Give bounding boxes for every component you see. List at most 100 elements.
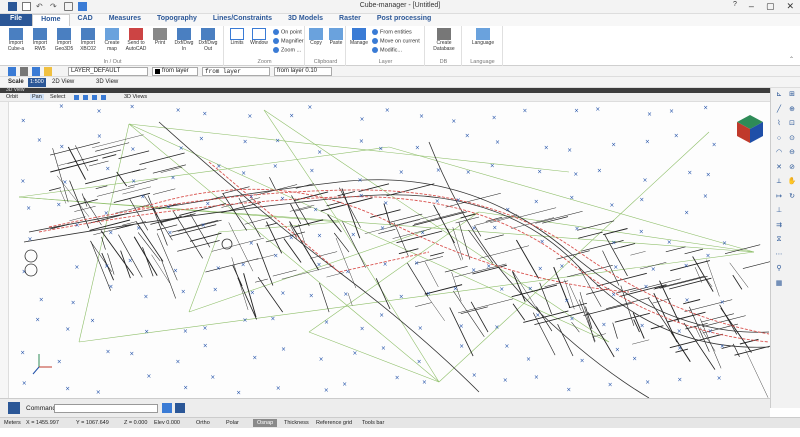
drawing-canvas[interactable]: × × × × × × × × × × × × × × × × × × × × × × × × × × × × × × × × × × × × × × × ×… [9, 102, 770, 398]
survey-point-mark: × [360, 116, 365, 123]
import-cube-button[interactable]: Import Cube-a [4, 28, 28, 52]
create-map-button[interactable]: Create map [100, 28, 124, 52]
manage-layers-button[interactable]: Manage [347, 28, 371, 47]
language-button[interactable]: Language [467, 28, 499, 47]
polyline-tool-icon[interactable]: ⌇ [775, 119, 784, 128]
command-history-icon[interactable] [162, 403, 172, 413]
view-mode-icons[interactable] [74, 95, 110, 100]
cross-tool-icon[interactable]: ✕ [775, 163, 784, 172]
zoom-realtime-icon[interactable]: ⊙ [788, 134, 797, 143]
ortho-toggle[interactable]: Ortho [196, 420, 210, 426]
arc-tool-icon[interactable]: ◠ [775, 148, 784, 157]
zoom-menu-button[interactable]: Zoom ... [273, 47, 301, 53]
view-2d-button[interactable]: 2D View [52, 79, 74, 85]
file-menu[interactable]: File [0, 14, 33, 26]
bike-tool-icon[interactable]: ⚲ [775, 264, 784, 273]
array-tool-icon[interactable]: ⋯ [775, 250, 784, 259]
polar-toggle[interactable]: Polar [226, 420, 239, 426]
copy-button[interactable]: Copy [306, 28, 326, 47]
create-database-button[interactable]: Create Database [430, 28, 458, 52]
magnifier-button[interactable]: Magnifier [273, 38, 304, 44]
color-select[interactable]: from layer [152, 67, 198, 76]
osnap-toggle[interactable]: Osnap [253, 419, 278, 427]
import-xbc-button[interactable]: Import XBC02 [76, 28, 100, 52]
survey-point-mark: × [140, 194, 145, 201]
command-options-icon[interactable] [175, 403, 185, 413]
mirror-tool-icon[interactable]: ⧖ [775, 235, 784, 244]
line-tool-icon[interactable]: ╱ [775, 105, 784, 114]
survey-point-mark: × [360, 325, 365, 332]
layer-modify-button[interactable]: Modific... [372, 47, 402, 53]
thickness-toggle[interactable]: Thickness [284, 420, 309, 426]
zoom-in-icon[interactable]: ⊕ [788, 105, 797, 114]
zoom-limits-button[interactable]: Limits [225, 28, 249, 47]
dxf-out-button[interactable]: Dxf/Dwg Out [196, 28, 220, 52]
command-input[interactable] [54, 404, 158, 413]
tab-lines-constraints[interactable]: Lines/Constraints [205, 14, 280, 26]
3d-views-dropdown[interactable]: 3D Views [124, 94, 147, 100]
map-icon [105, 28, 119, 40]
group-label: In / Out [103, 59, 122, 65]
minimize-icon[interactable]: – [749, 1, 754, 12]
survey-point-mark: × [249, 193, 254, 200]
measure-icon[interactable]: ⊾ [775, 90, 784, 99]
move-on-current-button[interactable]: Move on current [372, 38, 420, 44]
zoom-window-button[interactable]: Window [247, 28, 271, 47]
tab-cad[interactable]: CAD [70, 14, 101, 26]
select-button[interactable]: Select [50, 94, 65, 100]
help-icon[interactable]: ? [733, 1, 737, 12]
orbit-button[interactable]: Orbit [6, 94, 18, 100]
print-button[interactable]: Print [148, 28, 172, 47]
survey-point-mark: × [703, 104, 708, 111]
linetype-select[interactable]: from layer [202, 67, 270, 76]
offset-tool-icon[interactable]: ⇉ [775, 221, 784, 230]
tab-topography[interactable]: Topography [149, 14, 205, 26]
scale-input[interactable]: 1:500 [28, 78, 46, 87]
ribbon-collapse-icon[interactable]: ⌃ [789, 56, 794, 63]
parcel-line [370, 209, 401, 218]
maximize-icon[interactable]: ▢ [766, 1, 775, 12]
survey-point-mark: × [559, 263, 564, 270]
parcel-line [222, 192, 248, 231]
tab-raster[interactable]: Raster [331, 14, 369, 26]
layer-select[interactable]: LAYER_DEFAULT [68, 67, 148, 76]
survey-point-mark: × [417, 358, 422, 365]
parcel-line [517, 207, 557, 218]
layer-from-entities-button[interactable]: From entities [372, 29, 412, 35]
tab-3d-models[interactable]: 3D Models [280, 14, 331, 26]
parcel-line [568, 284, 582, 311]
survey-point-mark: × [380, 225, 385, 232]
tab-post-processing[interactable]: Post processing [369, 14, 439, 26]
survey-point-mark: × [504, 343, 509, 350]
trim-tool-icon[interactable]: ⟂ [775, 177, 784, 186]
paste-button[interactable]: Paste [326, 28, 346, 47]
zoom-window-icon[interactable]: ⊡ [788, 119, 797, 128]
tab-measures[interactable]: Measures [101, 14, 149, 26]
close-icon[interactable]: ✕ [786, 1, 794, 12]
tab-home[interactable]: Home [32, 14, 70, 26]
pan-hand-icon[interactable]: ✋ [788, 177, 797, 186]
zoom-previous-icon[interactable]: ⊖ [788, 148, 797, 157]
dxf-in-button[interactable]: Dxf/Dwg In [172, 28, 196, 52]
circle-tool-icon[interactable]: ○ [775, 134, 784, 143]
zoom-out-icon[interactable]: ⊘ [788, 163, 797, 172]
zoom-extents-icon[interactable]: ⊞ [788, 90, 797, 99]
regen-icon[interactable]: ↻ [788, 192, 797, 201]
view-cube[interactable] [737, 115, 763, 143]
survey-point-mark: × [420, 230, 425, 237]
lineweight-select[interactable]: from layer 0.10 [274, 67, 332, 76]
zoom-on-point-button[interactable]: On point [273, 29, 302, 35]
break-tool-icon[interactable]: ⊥ [775, 206, 784, 215]
extend-tool-icon[interactable]: ↦ [775, 192, 784, 201]
send-to-autocad-button[interactable]: Send to AutoCAD [124, 28, 148, 52]
import-rw5-button[interactable]: Import RW5 [28, 28, 52, 52]
view-3d-button[interactable]: 3D View [96, 79, 118, 85]
tools-bar-toggle[interactable]: Tools bar [362, 420, 384, 426]
layer-tools-icon[interactable] [8, 67, 58, 76]
command-settings-icon[interactable] [8, 402, 20, 414]
reference-grid-toggle[interactable]: Reference grid [316, 420, 352, 426]
road-line [158, 121, 480, 393]
pan-button[interactable]: Pan [30, 94, 44, 100]
import-geo-button[interactable]: Import Geo3D5 [52, 28, 76, 52]
table-tool-icon[interactable]: ▦ [775, 279, 784, 288]
